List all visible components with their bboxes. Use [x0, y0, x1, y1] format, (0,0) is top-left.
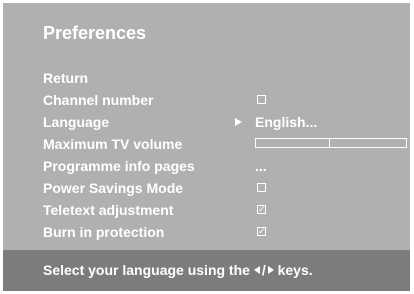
page-title: Preferences: [43, 23, 147, 43]
menu-item-label: Channel number: [43, 92, 154, 108]
preferences-menu-panel: Preferences Return Channel number Langua…: [3, 3, 410, 291]
language-value: English...: [255, 114, 318, 130]
help-bar: Select your language using the / keys.: [3, 250, 410, 291]
channel-number-checkbox[interactable]: [257, 95, 266, 104]
menu-item-programme-info-pages[interactable]: Programme info pages ...: [43, 155, 403, 177]
menu-item-label: Power Savings Mode: [43, 180, 184, 196]
key-separator: /: [261, 262, 266, 278]
right-arrow-key-icon: [267, 266, 274, 274]
menu-item-label: Burn in protection: [43, 224, 165, 240]
menu-item-channel-number[interactable]: Channel number: [43, 89, 403, 111]
help-text: Select your language using the / keys.: [43, 262, 313, 278]
volume-level-marker[interactable]: [329, 138, 330, 148]
power-savings-checkbox[interactable]: [257, 183, 266, 192]
programme-info-value: ...: [255, 158, 267, 174]
menu-item-return[interactable]: Return: [43, 67, 403, 89]
menu-item-burn-in-protection[interactable]: Burn in protection ✓: [43, 221, 403, 243]
menu-item-maximum-tv-volume[interactable]: Maximum TV volume: [43, 133, 407, 155]
maximum-volume-slider[interactable]: [255, 138, 407, 148]
menu-item-label: Teletext adjustment: [43, 202, 174, 218]
menu-item-teletext-adjustment[interactable]: Teletext adjustment ✓: [43, 199, 403, 221]
menu-item-language[interactable]: Language English...: [43, 111, 403, 133]
menu-item-power-savings-mode[interactable]: Power Savings Mode: [43, 177, 403, 199]
left-arrow-key-icon: [253, 266, 260, 274]
menu-item-label: Return: [43, 70, 89, 86]
help-text-start: Select your language using the: [43, 262, 250, 278]
menu-item-label: Language: [43, 114, 110, 130]
submenu-arrow-icon: [235, 118, 242, 126]
teletext-adjustment-checkbox[interactable]: ✓: [257, 205, 266, 214]
help-text-end: keys.: [277, 262, 313, 278]
burn-in-protection-checkbox[interactable]: ✓: [257, 227, 266, 236]
preferences-menu-list: Return Channel number Language English..…: [43, 67, 407, 243]
menu-item-label: Programme info pages: [43, 158, 195, 174]
menu-item-label: Maximum TV volume: [43, 136, 183, 152]
